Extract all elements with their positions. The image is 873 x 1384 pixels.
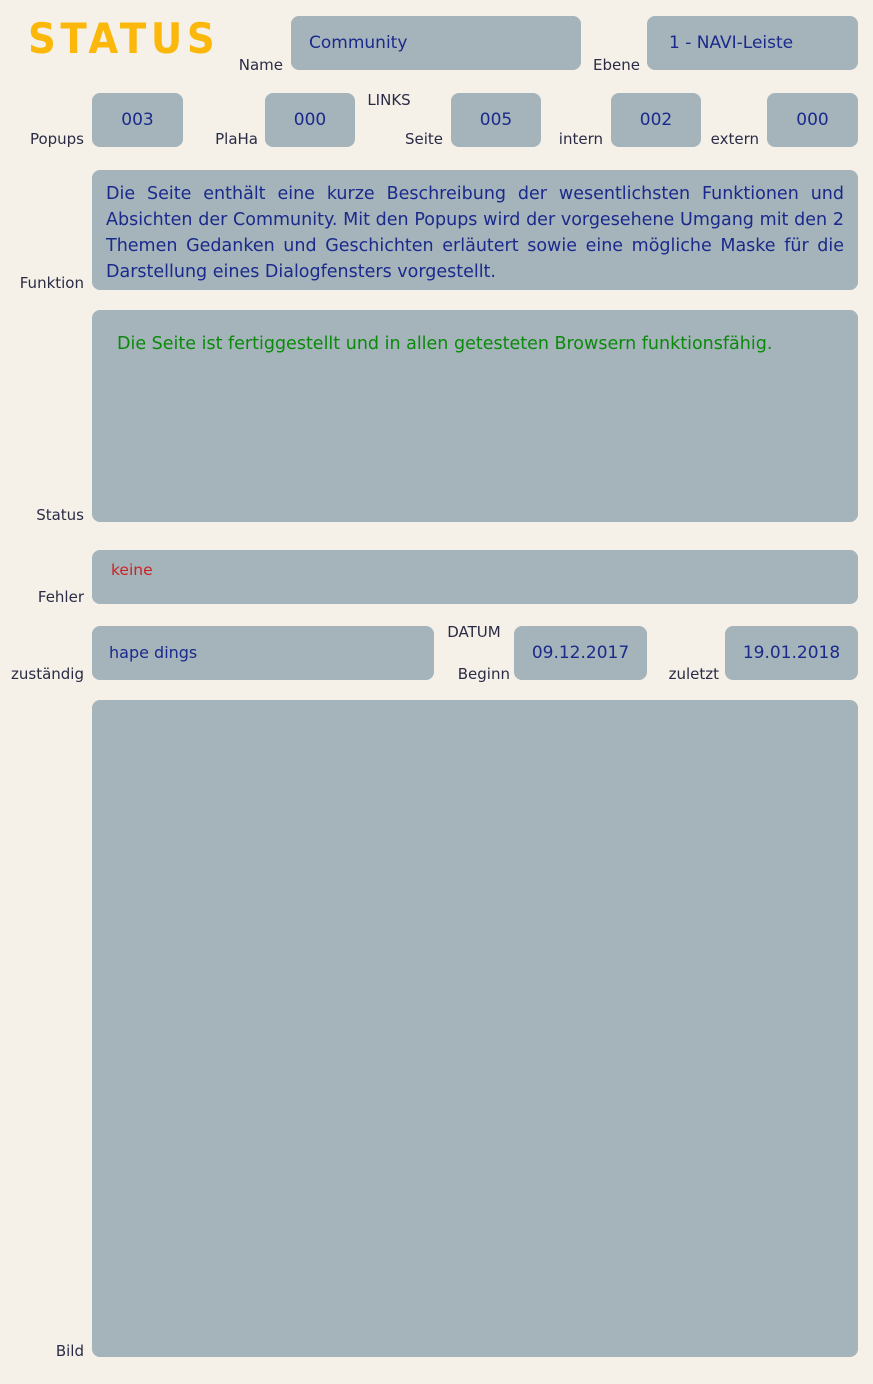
beginn-date-value: 09.12.2017 (531, 643, 630, 663)
bild-label: Bild (55, 1342, 84, 1360)
extern-field[interactable]: 000 (767, 93, 858, 147)
ebene-value: 1 - NAVI-Leiste (669, 33, 794, 53)
zustaendig-field[interactable]: hape dings (92, 626, 434, 680)
status-label: Status (36, 506, 84, 524)
fehler-text: keine (111, 561, 153, 579)
zuletzt-date-value: 19.01.2018 (742, 643, 841, 663)
links-group-label: LINKS (367, 91, 411, 109)
plaha-value: 000 (293, 110, 327, 130)
zustaendig-label: zuständig (11, 665, 84, 683)
name-label: Name (238, 56, 283, 74)
seite-value: 005 (479, 110, 513, 130)
ebene-label: Ebene (593, 56, 640, 74)
zuletzt-label: zuletzt (668, 665, 719, 683)
bild-field[interactable] (92, 700, 858, 1357)
ebene-field[interactable]: 1 - NAVI-Leiste (647, 16, 858, 70)
fehler-label: Fehler (37, 588, 84, 606)
beginn-label: Beginn (457, 665, 510, 683)
zuletzt-date-field[interactable]: 19.01.2018 (725, 626, 858, 680)
page-title: STATUS (28, 14, 220, 63)
seite-label: Seite (404, 130, 443, 148)
popups-value: 003 (121, 110, 154, 130)
funktion-label: Funktion (19, 274, 84, 292)
funktion-text: Die Seite enthält eine kurze Beschreibun… (106, 184, 844, 282)
extern-label: extern (710, 130, 759, 148)
datum-group-label: DATUM (447, 623, 501, 641)
popups-label: Popups (29, 130, 84, 148)
extern-value: 000 (796, 110, 829, 130)
name-value: Community (309, 33, 408, 53)
plaha-label: PlaHa (215, 130, 258, 148)
funktion-field[interactable]: Die Seite enthält eine kurze Beschreibun… (92, 170, 858, 290)
intern-label: intern (558, 130, 603, 148)
fehler-field[interactable]: keine (92, 550, 858, 604)
intern-value: 002 (639, 110, 673, 130)
status-text: Die Seite ist fertiggestellt und in alle… (117, 334, 773, 354)
zustaendig-value: hape dings (109, 643, 198, 662)
beginn-date-field[interactable]: 09.12.2017 (514, 626, 647, 680)
status-field[interactable]: Die Seite ist fertiggestellt und in alle… (92, 310, 858, 522)
